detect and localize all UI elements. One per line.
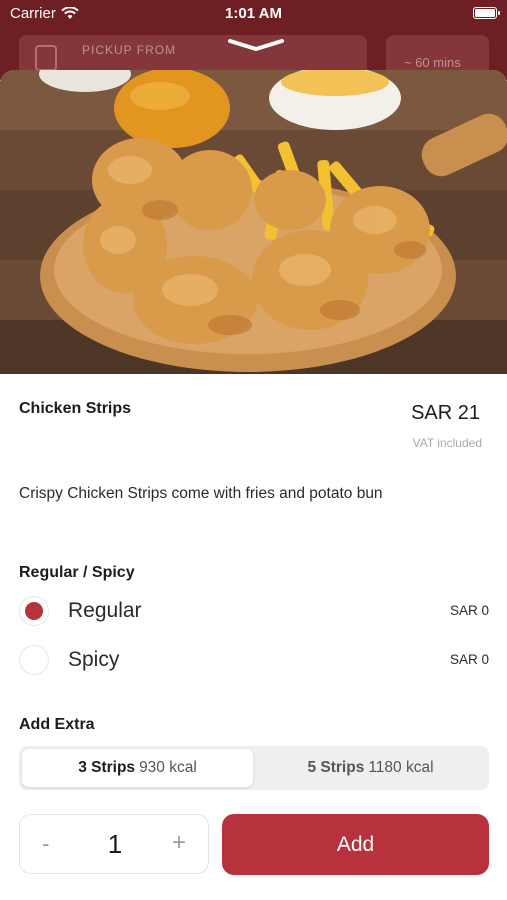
product-price: SAR 21	[411, 402, 480, 424]
store-icon	[35, 45, 57, 71]
status-time: 1:01 AM	[225, 5, 282, 22]
segment-kcal: 1180 kcal	[368, 759, 434, 776]
radio-button[interactable]	[19, 645, 49, 675]
product-description: Crispy Chicken Strips come with fries an…	[19, 485, 383, 502]
segment-label: 5 Strips	[307, 759, 365, 776]
product-title: Chicken Strips	[19, 400, 132, 417]
segment-label: 3 Strips	[78, 759, 136, 776]
battery-icon	[473, 7, 500, 19]
segment-3-strips[interactable]: 3 Strips 930 kcal	[22, 749, 253, 787]
chevron-down-icon[interactable]	[228, 38, 284, 52]
extras-segmented-control: 3 Strips 930 kcal 5 Strips 1180 kcal	[19, 746, 489, 790]
status-bar: Carrier 1:01 AM	[0, 0, 507, 28]
product-sheet: Chicken Strips SAR 21 VAT included Crisp…	[0, 70, 507, 900]
add-to-cart-button[interactable]: Add	[222, 814, 489, 875]
product-image	[0, 70, 507, 374]
increment-button[interactable]: +	[172, 829, 186, 857]
option-spicy[interactable]: Spicy SAR 0	[19, 645, 489, 681]
option-label: Spicy	[68, 648, 120, 671]
segment-kcal: 930 kcal	[139, 759, 197, 776]
extras-section-title: Add Extra	[19, 716, 95, 733]
radio-selected-dot	[25, 602, 43, 620]
option-price: SAR 0	[449, 603, 489, 618]
option-price: SAR 0	[449, 652, 489, 667]
vat-note: VAT included	[412, 436, 482, 450]
quantity-stepper: - 1 +	[19, 814, 209, 874]
radio-button[interactable]	[19, 596, 49, 626]
options-section-title: Regular / Spicy	[19, 564, 135, 581]
option-regular[interactable]: Regular SAR 0	[19, 596, 489, 632]
eta-text: ~ 60 mins	[404, 55, 461, 70]
option-label: Regular	[68, 599, 142, 622]
pickup-label: PICKUP FROM	[82, 43, 177, 57]
segment-5-strips[interactable]: 5 Strips 1180 kcal	[255, 749, 486, 787]
